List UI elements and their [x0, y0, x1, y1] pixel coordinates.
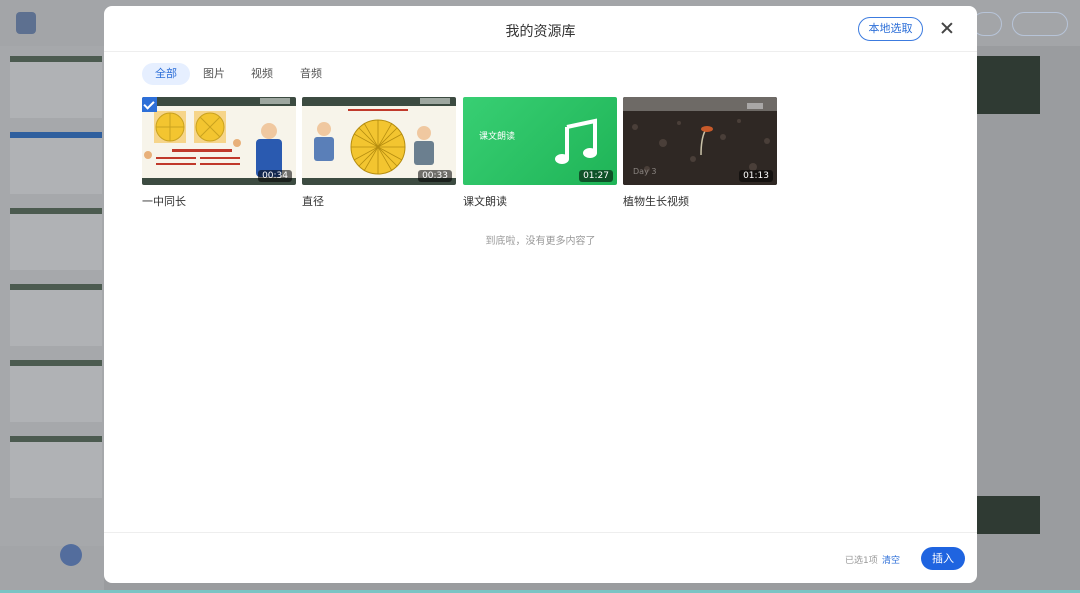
duration-badge: 00:33: [418, 170, 452, 182]
background-bottom-bar: [0, 546, 104, 590]
tab-images[interactable]: 图片: [194, 63, 234, 85]
end-of-list-text: 到底啦，没有更多内容了: [485, 236, 596, 247]
close-icon[interactable]: [937, 18, 957, 38]
tab-audio[interactable]: 音频: [291, 63, 331, 85]
resource-label: 植物生长视频: [623, 195, 689, 208]
dialog-header: 我的资源库 本地选取: [104, 6, 977, 52]
resource-card[interactable]: 00:34 一中同长: [142, 97, 296, 209]
add-slide-icon: [60, 544, 82, 566]
background-button: [1012, 12, 1068, 36]
app-logo-icon: [16, 12, 36, 34]
duration-badge: 01:27: [579, 170, 613, 182]
tab-all[interactable]: 全部: [142, 63, 190, 85]
background-slide-banner: [976, 56, 1040, 114]
lesson-video-thumbnail[interactable]: 00:34: [142, 97, 296, 185]
resource-card[interactable]: Day 3 01:13 植物生长视频: [623, 97, 777, 209]
resource-card[interactable]: 课文朗读 01:27 课文朗读: [463, 97, 617, 209]
slide-thumbnail: [10, 436, 102, 498]
lesson-video-thumbnail[interactable]: 00:33: [302, 97, 456, 185]
selected-count: 已选1项: [845, 556, 878, 566]
dialog-footer: 已选1项 清空 插入: [104, 532, 977, 583]
slide-thumbnail: [10, 56, 102, 118]
clear-selection-link[interactable]: 清空: [882, 553, 900, 566]
background-slide-banner: [976, 496, 1040, 534]
slide-thumbnail: [10, 284, 102, 346]
duration-badge: 01:13: [739, 170, 773, 182]
resource-label: 课文朗读: [463, 195, 507, 208]
dialog-title: 我的资源库: [505, 24, 576, 40]
background-slide-list: [0, 46, 104, 546]
day-caption: Day 3: [633, 167, 657, 176]
selected-check-icon[interactable]: [142, 97, 157, 112]
resource-label: 一中同长: [142, 195, 186, 208]
local-pick-button[interactable]: 本地选取: [858, 17, 923, 41]
audio-thumbnail[interactable]: 课文朗读 01:27: [463, 97, 617, 185]
duration-badge: 00:34: [258, 170, 292, 182]
slide-thumbnail: [10, 360, 102, 422]
tab-videos[interactable]: 视频: [242, 63, 282, 85]
slide-thumbnail: [10, 132, 102, 194]
insert-button[interactable]: 插入: [921, 547, 965, 570]
resource-label: 直径: [302, 195, 324, 208]
plant-seedling-thumbnail[interactable]: Day 3 01:13: [623, 97, 777, 185]
resource-library-dialog: 我的资源库 本地选取 全部 图片 视频 音频 00:34 一中同长 00:33 …: [104, 6, 977, 583]
slide-thumbnail: [10, 208, 102, 270]
resource-card[interactable]: 00:33 直径: [302, 97, 456, 209]
